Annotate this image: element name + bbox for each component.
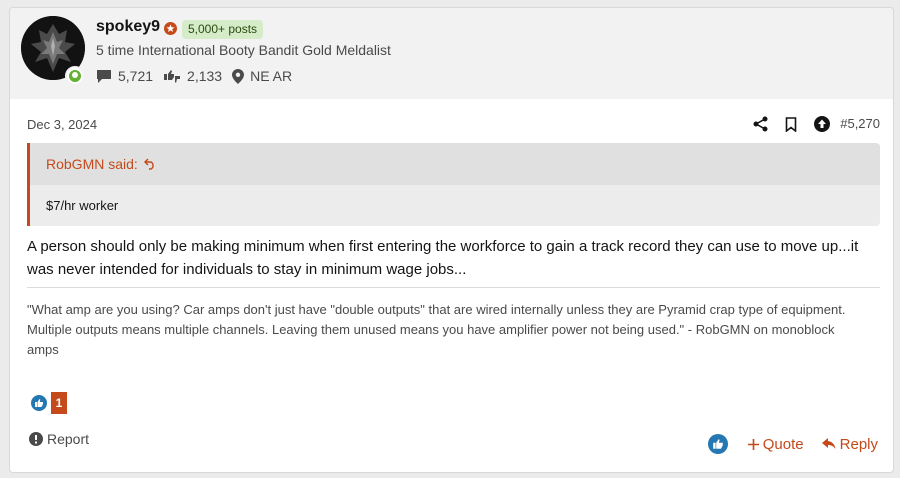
quote-block: RobGMN said: $7/hr worker [27, 143, 880, 226]
bookmark-icon [785, 116, 797, 132]
reply-button[interactable]: Reply [821, 435, 878, 453]
quote-author[interactable]: RobGMN said: [46, 156, 138, 172]
report-icon [29, 432, 43, 446]
reaction-score: 2,133 [187, 68, 223, 84]
post-count-badge: 5,000+ posts [182, 20, 264, 39]
footer-actions: Quote Reply [707, 434, 878, 454]
user-title: 5 time International Booty Bandit Gold M… [96, 42, 391, 58]
like-icon [31, 395, 47, 411]
location: NE AR [250, 68, 293, 84]
quote-header[interactable]: RobGMN said: [30, 143, 880, 185]
user-stats: 5,721 2,133 NE AR [96, 68, 302, 84]
reaction-count[interactable]: 1 [51, 392, 67, 414]
post-actions: #5,270 [739, 114, 880, 134]
comment-icon [97, 69, 111, 83]
reactions-bar[interactable]: 1 [31, 392, 67, 414]
like-button[interactable] [707, 434, 728, 454]
report-label: Report [47, 431, 90, 447]
like-icon [712, 439, 723, 449]
reply-label: Reply [839, 435, 878, 453]
bookmark-button[interactable] [781, 114, 801, 134]
location-stat[interactable]: NE AR [232, 68, 292, 84]
plus-icon [747, 438, 759, 450]
post-body: A person should only be making minimum w… [27, 238, 859, 278]
upvote-icon [814, 116, 831, 132]
quote-label: Quote [762, 435, 804, 453]
post-date[interactable]: Dec 3, 2024 [27, 117, 97, 132]
location-pin-icon [232, 68, 245, 84]
signature-divider [27, 287, 880, 288]
online-status-indicator [65, 66, 85, 86]
reaction-score-stat[interactable]: 2,133 [163, 68, 222, 84]
signature-line-2: Multiple outputs means multiple channels… [27, 322, 835, 357]
post-number[interactable]: #5,270 [840, 114, 880, 134]
quote-text: $7/hr worker [46, 198, 119, 213]
username[interactable]: spokey9 [96, 18, 160, 36]
reply-arrow-icon [821, 438, 836, 449]
thumbs-icon [164, 69, 181, 83]
reply-arrow-icon[interactable] [143, 158, 156, 170]
signature: "What amp are you using? Car amps don't … [27, 300, 847, 360]
quote-button[interactable]: Quote [747, 435, 804, 453]
messages-stat[interactable]: 5,721 [96, 68, 153, 84]
forum-post: spokey9 5,000+ posts 5 time Internationa… [9, 7, 894, 473]
messages-count: 5,721 [118, 68, 154, 84]
user-header: spokey9 5,000+ posts 5 time Internationa… [10, 8, 893, 99]
share-icon [753, 116, 768, 132]
report-button[interactable]: Report [29, 431, 89, 447]
user-banner-icon [164, 22, 177, 35]
share-button[interactable] [750, 114, 770, 134]
signature-line-1: "What amp are you using? Car amps don't … [27, 302, 846, 317]
upvote-button[interactable] [812, 114, 832, 134]
